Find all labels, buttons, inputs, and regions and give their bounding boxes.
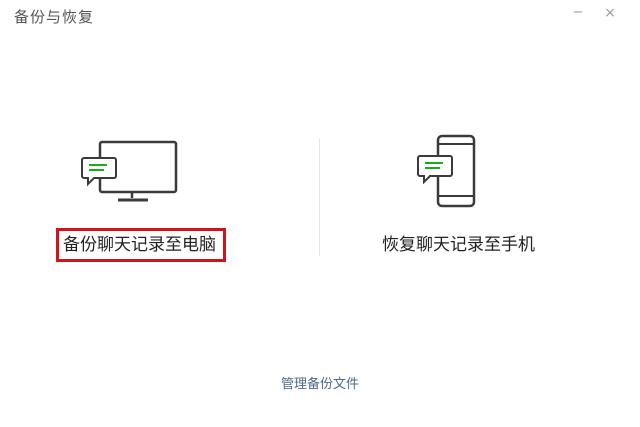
backup-to-pc-label: 备份聊天记录至电脑 — [56, 228, 226, 262]
backup-restore-window: 备份与恢复 − × 备份聊天记录至电脑 恢复聊天记录至手机 管理备份文件 — [0, 0, 640, 427]
option-divider — [319, 138, 320, 256]
restore-to-phone-label: 恢复聊天记录至手机 — [382, 235, 535, 255]
manage-backup-files-link[interactable]: 管理备份文件 — [0, 373, 640, 392]
close-button[interactable]: × — [600, 4, 620, 22]
window-title: 备份与恢复 — [14, 8, 95, 26]
phone-chat-icon — [417, 134, 476, 208]
minimize-button[interactable]: − — [568, 4, 588, 22]
backup-to-pc-option[interactable]: 备份聊天记录至电脑 — [0, 130, 300, 270]
monitor-chat-icon — [81, 140, 178, 202]
restore-to-phone-option[interactable]: 恢复聊天记录至手机 — [340, 130, 600, 270]
